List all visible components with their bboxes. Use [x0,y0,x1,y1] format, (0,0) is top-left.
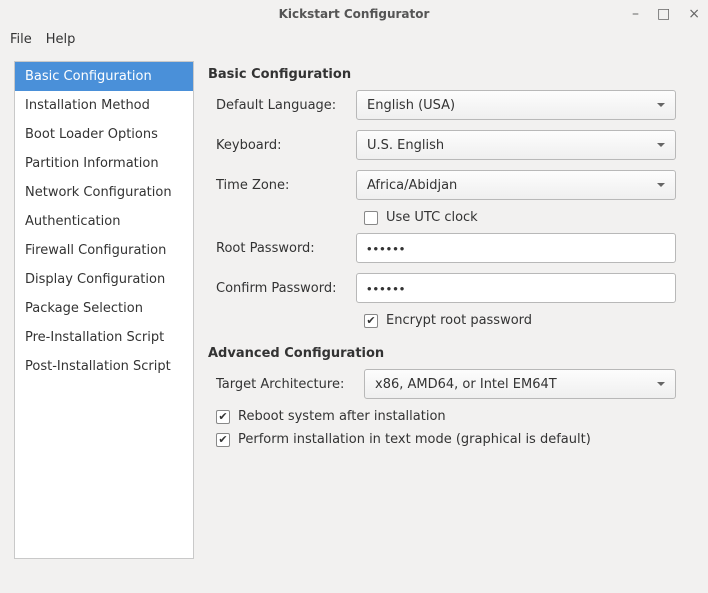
main-panel: Basic Configuration Default Language: En… [208,61,694,559]
row-timezone: Time Zone: Africa/Abidjan [216,170,694,200]
maximize-icon[interactable]: □ [657,7,670,21]
sidebar-item-label: Display Configuration [25,272,165,287]
encrypt-label[interactable]: Encrypt root password [386,313,532,328]
sidebar-item-label: Firewall Configuration [25,243,166,258]
confirm-password-label: Confirm Password: [216,281,356,296]
language-select[interactable]: English (USA) [356,90,676,120]
window-controls: – □ × [632,7,700,21]
menu-file[interactable]: File [10,32,32,47]
titlebar: Kickstart Configurator – □ × [0,0,708,28]
row-encrypt: Encrypt root password [364,313,694,328]
row-textmode: Perform installation in text mode (graph… [216,432,694,447]
sidebar-item-label: Network Configuration [25,185,172,200]
sidebar-item-label: Package Selection [25,301,143,316]
advanced-section-title: Advanced Configuration [208,346,694,361]
keyboard-label: Keyboard: [216,138,356,153]
sidebar-item-post-installation-script[interactable]: Post-Installation Script [15,352,193,381]
row-arch: Target Architecture: x86, AMD64, or Inte… [216,369,694,399]
sidebar-item-partition-information[interactable]: Partition Information [15,149,193,178]
sidebar-item-firewall-configuration[interactable]: Firewall Configuration [15,236,193,265]
sidebar-item-label: Boot Loader Options [25,127,158,142]
chevron-down-icon [657,143,665,147]
row-root-password: Root Password: [216,233,694,263]
sidebar-item-label: Pre-Installation Script [25,330,164,345]
encrypt-checkbox[interactable] [364,314,378,328]
sidebar-item-installation-method[interactable]: Installation Method [15,91,193,120]
sidebar-item-network-configuration[interactable]: Network Configuration [15,178,193,207]
sidebar-item-basic-configuration[interactable]: Basic Configuration [15,62,193,91]
keyboard-value: U.S. English [367,138,444,153]
reboot-label[interactable]: Reboot system after installation [238,409,446,424]
timezone-select[interactable]: Africa/Abidjan [356,170,676,200]
arch-value: x86, AMD64, or Intel EM64T [375,377,557,392]
sidebar-item-label: Basic Configuration [25,69,152,84]
timezone-value: Africa/Abidjan [367,178,457,193]
sidebar-item-label: Partition Information [25,156,159,171]
sidebar-item-label: Post-Installation Script [25,359,171,374]
textmode-label[interactable]: Perform installation in text mode (graph… [238,432,591,447]
sidebar-item-label: Authentication [25,214,120,229]
chevron-down-icon [657,382,665,386]
close-icon[interactable]: × [688,7,700,21]
content: Basic Configuration Installation Method … [0,53,708,573]
row-utc: Use UTC clock [364,210,694,225]
row-confirm-password: Confirm Password: [216,273,694,303]
sidebar-item-boot-loader-options[interactable]: Boot Loader Options [15,120,193,149]
keyboard-select[interactable]: U.S. English [356,130,676,160]
chevron-down-icon [657,183,665,187]
language-label: Default Language: [216,98,356,113]
language-value: English (USA) [367,98,455,113]
basic-section-title: Basic Configuration [208,67,694,82]
arch-select[interactable]: x86, AMD64, or Intel EM64T [364,369,676,399]
root-password-label: Root Password: [216,241,356,256]
row-keyboard: Keyboard: U.S. English [216,130,694,160]
utc-label[interactable]: Use UTC clock [386,210,478,225]
timezone-label: Time Zone: [216,178,356,193]
sidebar-item-package-selection[interactable]: Package Selection [15,294,193,323]
row-reboot: Reboot system after installation [216,409,694,424]
reboot-checkbox[interactable] [216,410,230,424]
menu-help[interactable]: Help [46,32,76,47]
minimize-icon[interactable]: – [632,7,639,21]
sidebar-item-display-configuration[interactable]: Display Configuration [15,265,193,294]
confirm-password-input[interactable] [356,273,676,303]
sidebar-item-authentication[interactable]: Authentication [15,207,193,236]
row-language: Default Language: English (USA) [216,90,694,120]
basic-form: Default Language: English (USA) Keyboard… [208,90,694,328]
root-password-input[interactable] [356,233,676,263]
sidebar: Basic Configuration Installation Method … [14,61,194,559]
window-title: Kickstart Configurator [0,7,708,21]
textmode-checkbox[interactable] [216,433,230,447]
menubar: File Help [0,28,708,53]
advanced-form: Target Architecture: x86, AMD64, or Inte… [208,369,694,447]
utc-checkbox[interactable] [364,211,378,225]
sidebar-item-pre-installation-script[interactable]: Pre-Installation Script [15,323,193,352]
chevron-down-icon [657,103,665,107]
sidebar-item-label: Installation Method [25,98,150,113]
arch-label: Target Architecture: [216,377,364,392]
